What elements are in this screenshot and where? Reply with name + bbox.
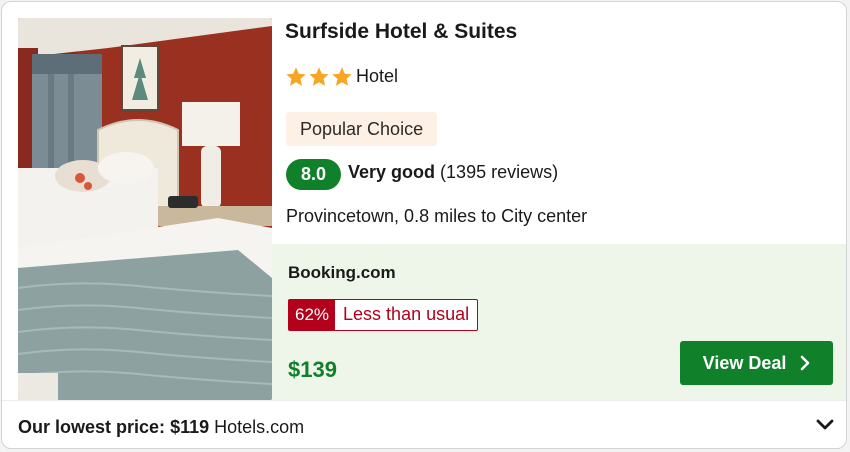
review-score-badge: 8.0 [286, 159, 341, 190]
discount-percent: 62% [289, 300, 336, 330]
property-type: Hotel [356, 66, 399, 86]
lowest-price-provider: Hotels.com [214, 417, 305, 437]
deal-price: $139 [288, 357, 337, 382]
lowest-price-bar[interactable]: Our lowest price: $119 Hotels.com [2, 400, 846, 448]
view-deal-label: View Deal [702, 352, 787, 373]
hotel-photo[interactable] [18, 18, 272, 400]
hotel-name[interactable]: Surfside Hotel & Suites [285, 20, 517, 44]
star-rating [285, 65, 354, 89]
lowest-price-amount: $119 [170, 417, 210, 437]
discount-text: Less than usual [343, 304, 470, 324]
discount-badge: 62% Less than usual [288, 299, 479, 331]
deal-panel[interactable]: Booking.com 62% Less than usual $139 Vie… [272, 244, 846, 400]
review-count: (1395 reviews) [440, 162, 559, 182]
hotel-result-card[interactable]: Surfside Hotel & Suites Hotel Popular Ch… [1, 1, 847, 449]
hotel-location: Provincetown, 0.8 miles to City center [286, 206, 588, 226]
lowest-price-summary: Our lowest price: $119 Hotels.com [18, 417, 304, 438]
star-icon [286, 67, 306, 86]
chevron-right-icon [801, 355, 810, 371]
deal-provider: Booking.com [288, 263, 396, 282]
popular-choice-badge: Popular Choice [286, 112, 438, 146]
lowest-price-label: Our lowest price: [18, 417, 166, 437]
chevron-down-icon[interactable] [815, 417, 835, 433]
rating-word: Very good [348, 162, 436, 182]
star-icon [332, 67, 352, 86]
star-icon [309, 67, 329, 86]
rating-summary: Very good (1395 reviews) [348, 162, 558, 183]
view-deal-button[interactable]: View Deal [680, 341, 833, 385]
